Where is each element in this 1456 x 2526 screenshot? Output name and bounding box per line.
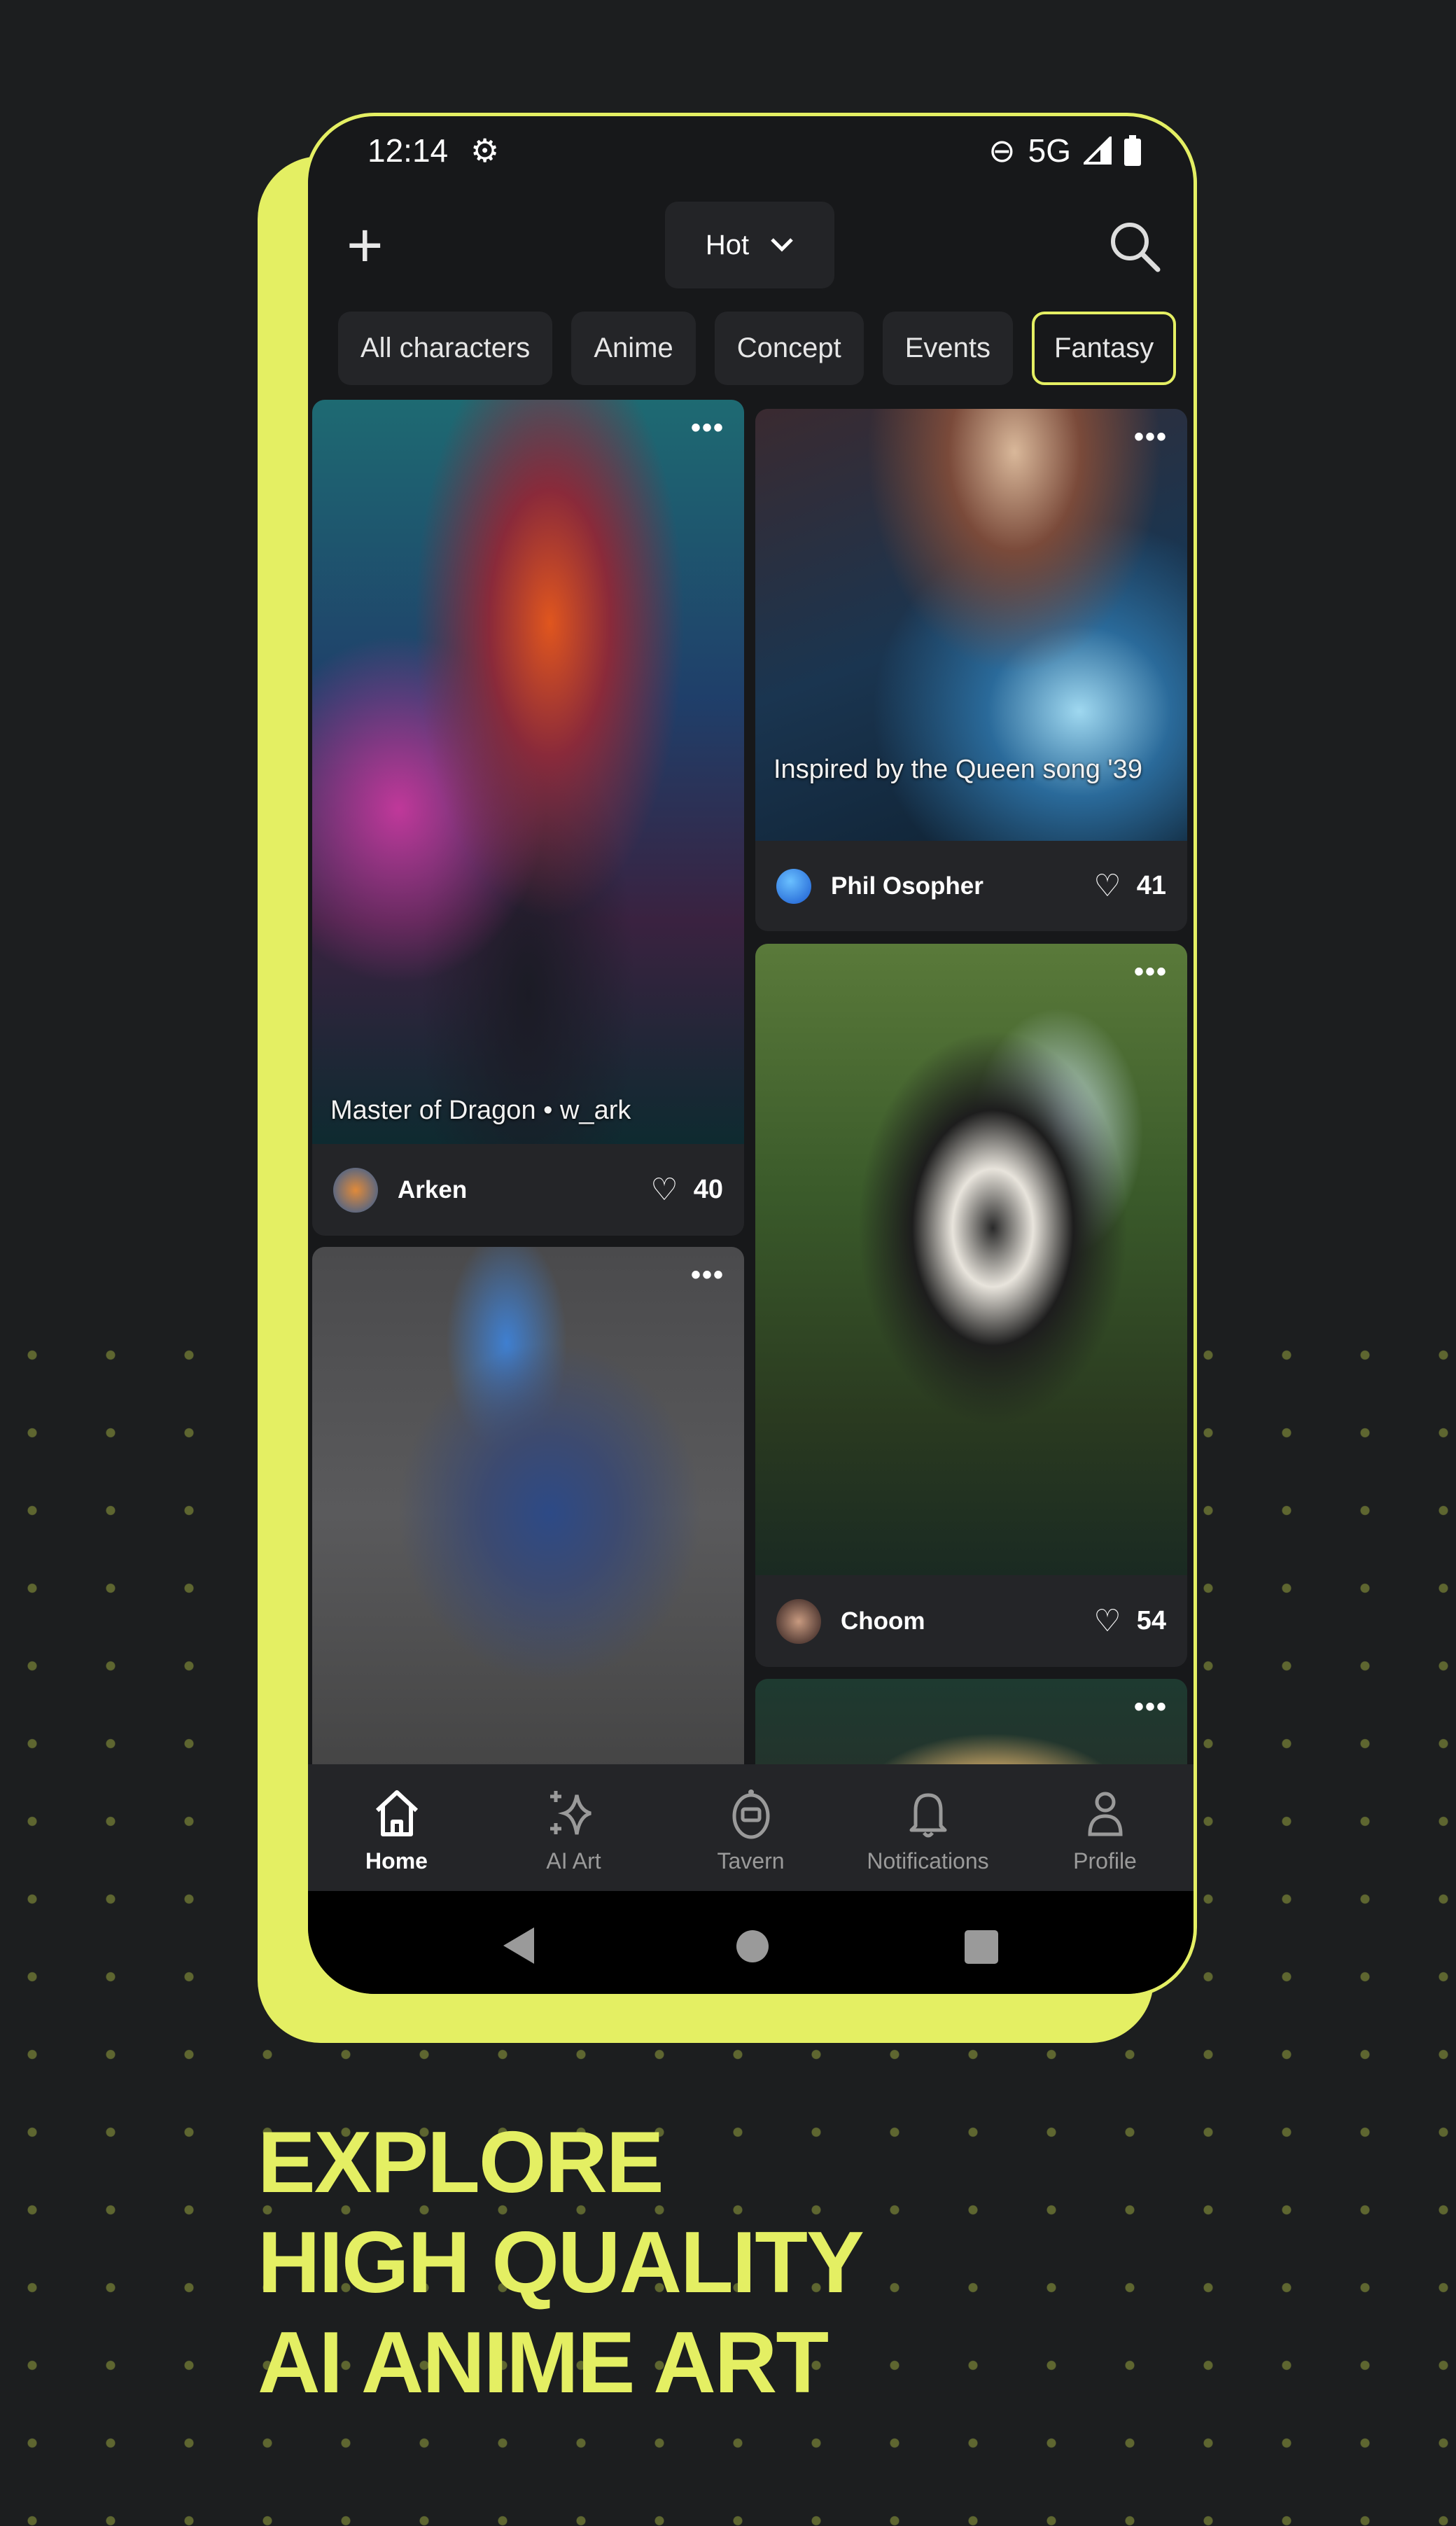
like-count: 40 — [693, 1175, 723, 1204]
nav-label: Profile — [1073, 1848, 1137, 1873]
headline-line-1: EXPLORE — [258, 2114, 664, 2211]
art-card[interactable]: ••• Choom ♡ 54 — [755, 944, 1187, 1667]
avatar[interactable] — [776, 868, 811, 904]
nav-label: AI Art — [546, 1848, 601, 1873]
sort-dropdown[interactable]: Hot — [665, 202, 834, 288]
chip-fantasy[interactable]: Fantasy — [1031, 312, 1177, 385]
sort-label: Hot — [705, 229, 750, 260]
avatar[interactable] — [776, 1598, 821, 1644]
artwork-image — [312, 1247, 744, 1779]
chip-next[interactable]: F — [1195, 312, 1197, 385]
top-bar: + Hot — [308, 200, 1194, 291]
phone-frame: 12:14 ⚙ ⊖ 5G + Hot All characters Anime … — [304, 113, 1197, 1997]
card-footer: Phil Osopher ♡ 41 — [755, 841, 1187, 931]
chip-concept[interactable]: Concept — [714, 312, 864, 385]
like-count: 54 — [1136, 1606, 1166, 1635]
nav-label: Home — [365, 1848, 428, 1873]
nav-home[interactable]: Home — [308, 1764, 485, 1891]
heart-icon[interactable]: ♡ — [1093, 868, 1121, 904]
art-card[interactable]: ••• Master of Dragon • w_ark Arken ♡ 40 — [312, 400, 744, 1236]
back-icon[interactable] — [500, 1926, 536, 1965]
recents-icon[interactable] — [965, 1930, 998, 1964]
person-icon — [1087, 1792, 1123, 1836]
more-options-icon[interactable]: ••• — [1134, 1691, 1168, 1723]
more-options-icon[interactable]: ••• — [1134, 956, 1168, 988]
art-card[interactable]: ••• Inspired by the Queen song '39 Phil … — [755, 409, 1187, 931]
tavern-icon — [732, 1789, 769, 1839]
nav-label: Tavern — [717, 1848, 785, 1873]
add-button[interactable]: + — [346, 214, 384, 277]
artwork-image — [312, 400, 744, 1144]
promo-headline: EXPLORE HIGH QUALITY AI ANIME ART — [258, 2113, 864, 2413]
chip-anime[interactable]: Anime — [571, 312, 696, 385]
search-icon[interactable] — [1106, 218, 1162, 274]
more-options-icon[interactable]: ••• — [691, 1259, 724, 1291]
headline-line-2: HIGH QUALITY — [258, 2214, 864, 2311]
battery-icon — [1124, 135, 1141, 166]
chevron-down-icon — [771, 238, 793, 252]
nav-ai-art[interactable]: AI Art — [485, 1764, 662, 1891]
more-options-icon[interactable]: ••• — [691, 412, 724, 444]
heart-icon[interactable]: ♡ — [1093, 1603, 1121, 1639]
username[interactable]: Arken — [398, 1176, 650, 1204]
home-icon — [375, 1790, 418, 1836]
headline-line-3: AI ANIME ART — [258, 2315, 829, 2411]
artwork-image — [755, 944, 1187, 1575]
like-count: 41 — [1136, 871, 1166, 900]
category-chips: All characters Anime Concept Events Fant… — [338, 312, 1197, 385]
card-footer: Choom ♡ 54 — [755, 1575, 1187, 1667]
avatar[interactable] — [333, 1167, 378, 1213]
system-navigation-bar — [308, 1891, 1194, 1994]
home-circle-icon[interactable] — [736, 1930, 769, 1962]
dnd-icon: ⊖ — [988, 132, 1016, 169]
card-footer: Arken ♡ 40 — [312, 1144, 744, 1236]
nav-profile[interactable]: Profile — [1016, 1764, 1194, 1891]
art-card[interactable]: ••• — [312, 1247, 744, 1779]
chip-events[interactable]: Events — [882, 312, 1013, 385]
bell-icon — [909, 1793, 946, 1838]
card-caption: Inspired by the Queen song '39 — [774, 755, 1142, 784]
status-time: 12:14 — [368, 132, 449, 169]
nav-tavern[interactable]: Tavern — [662, 1764, 839, 1891]
nav-notifications[interactable]: Notifications — [839, 1764, 1016, 1891]
chip-all-characters[interactable]: All characters — [338, 312, 553, 385]
heart-icon[interactable]: ♡ — [650, 1172, 678, 1208]
sparkle-icon — [550, 1791, 592, 1835]
nav-label: Notifications — [867, 1848, 989, 1873]
network-type: 5G — [1028, 132, 1071, 169]
username[interactable]: Choom — [841, 1607, 1093, 1635]
more-options-icon[interactable]: ••• — [1134, 421, 1168, 453]
username[interactable]: Phil Osopher — [831, 872, 1093, 900]
card-caption: Master of Dragon • w_ark — [330, 1096, 631, 1125]
signal-icon — [1084, 137, 1112, 165]
gear-icon: ⚙ — [470, 132, 500, 169]
status-bar: 12:14 ⚙ ⊖ 5G — [308, 116, 1194, 186]
bottom-navigation: Home AI Art Tavern Notifications Profile — [308, 1764, 1194, 1891]
